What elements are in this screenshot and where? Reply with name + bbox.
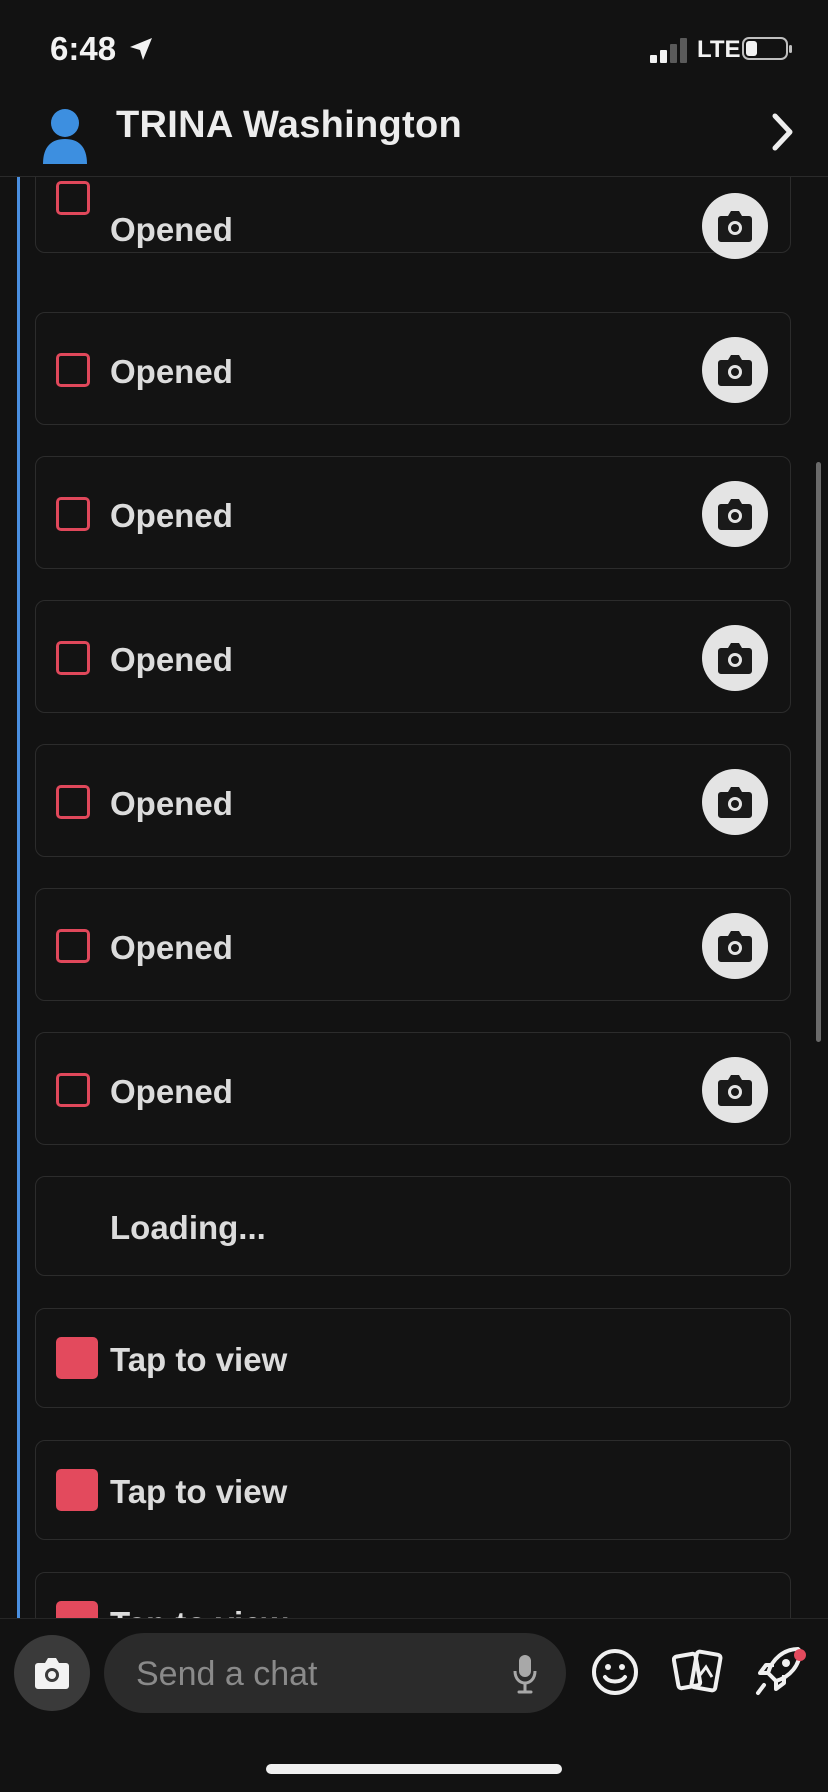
camera-button[interactable] [14,1635,90,1711]
message-item[interactable]: Opened [35,600,791,713]
message-item[interactable]: Tap to view [35,1440,791,1540]
opened-snap-icon [56,353,90,387]
status-bar: 6:48 LTE [0,0,828,96]
message-item[interactable]: Opened [35,888,791,1001]
message-item[interactable]: Tap to view [35,1308,791,1408]
message-item[interactable]: Tap to view [35,1572,791,1618]
chat-screen: Opened Opened Opened Opened Opened Opene… [0,0,828,1792]
camera-icon [718,643,752,674]
chat-input[interactable] [134,1651,478,1697]
message-status: Opened [110,1073,233,1110]
message-item[interactable]: Opened [35,456,791,569]
opened-snap-icon [56,181,90,215]
message-item[interactable]: Opened [35,744,791,857]
message-status: Opened [110,929,233,966]
camera-icon [718,931,752,962]
reply-camera-button[interactable] [702,769,768,835]
camera-icon [718,787,752,818]
reply-camera-button[interactable] [702,193,768,259]
network-type: LTE [697,36,741,63]
status-time: 6:48 [50,30,117,67]
message-item-loading: Loading... [35,1176,791,1276]
person-icon[interactable] [40,106,90,166]
message-status: Opened [110,497,233,534]
opened-snap-icon [56,641,90,675]
message-status: Tap to view [110,1473,288,1510]
emoji-icon[interactable] [590,1647,640,1697]
chevron-right-icon[interactable] [770,112,796,152]
new-snap-icon [56,1601,98,1618]
message-status: Loading... [110,1209,266,1246]
message-status: Opened [110,785,233,822]
opened-snap-icon [56,1073,90,1107]
home-indicator[interactable] [266,1764,562,1774]
message-status: Tap to view [110,1605,287,1618]
reply-camera-button[interactable] [702,625,768,691]
camera-icon [718,499,752,530]
reply-camera-button[interactable] [702,481,768,547]
signal-icon [650,38,687,63]
message-status: Opened [110,641,233,678]
opened-snap-icon [56,497,90,531]
opened-snap-icon [56,929,90,963]
reply-camera-button[interactable] [702,1057,768,1123]
opened-snap-icon [56,785,90,819]
new-snap-icon [56,1469,98,1511]
camera-icon [35,1658,69,1689]
location-arrow-icon [130,38,152,60]
battery-icon [742,37,792,60]
microphone-icon[interactable] [512,1653,538,1695]
message-status: Opened [110,211,233,248]
scrollbar[interactable] [816,462,821,1042]
new-snap-icon [56,1337,98,1379]
camera-icon [718,1075,752,1106]
message-item[interactable]: Opened [35,312,791,425]
notification-dot [794,1649,806,1661]
camera-icon [718,211,752,242]
reply-camera-button[interactable] [702,337,768,403]
camera-icon [718,355,752,386]
reply-camera-button[interactable] [702,913,768,979]
message-status: Tap to view [110,1341,288,1378]
thread-line [17,176,20,1618]
chat-header: TRINA Washington [0,96,828,177]
chat-input-container[interactable] [104,1633,566,1713]
message-list[interactable]: Opened Opened Opened Opened Opened Opene… [0,0,828,1618]
message-item[interactable]: Opened [35,1032,791,1145]
contact-name[interactable]: TRINA Washington [116,104,462,147]
cards-icon[interactable] [672,1645,724,1697]
message-status: Opened [110,353,233,390]
